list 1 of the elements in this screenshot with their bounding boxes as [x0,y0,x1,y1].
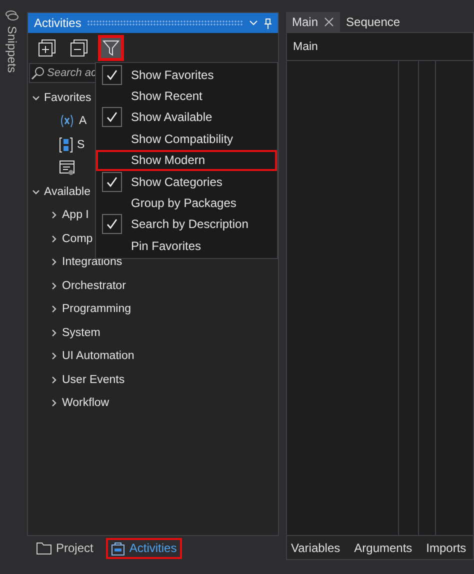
panel-title: Activities [34,16,82,30]
